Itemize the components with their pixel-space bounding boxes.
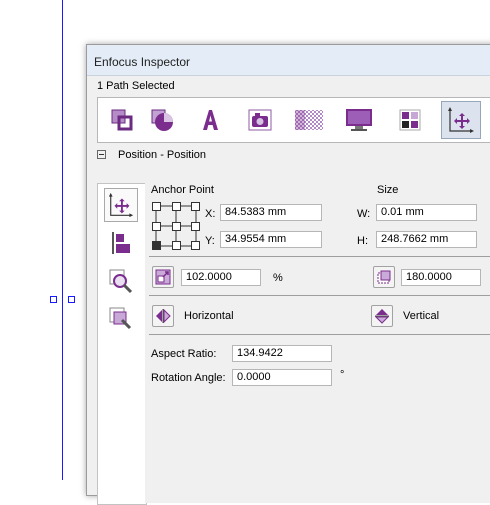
text-icon[interactable] [194, 104, 226, 136]
image-icon[interactable] [244, 104, 276, 136]
move-mode-icon[interactable] [104, 188, 138, 222]
rotation-angle-label: Rotation Angle: [151, 372, 226, 384]
anchor-point-grid[interactable] [152, 202, 200, 250]
position-mode-sidebar [97, 183, 147, 505]
scale-icon[interactable] [152, 266, 174, 288]
position-icon[interactable] [441, 101, 481, 139]
title-bar[interactable]: Enfocus Inspector [87, 45, 490, 76]
collapse-icon[interactable] [97, 150, 106, 159]
inspector-window: Enfocus Inspector 1 Path Selected Positi… [86, 44, 490, 505]
flip-vertical-icon[interactable] [371, 305, 393, 327]
flip-horizontal-icon[interactable] [152, 305, 174, 327]
anchor-point-label: Anchor Point [151, 184, 214, 196]
fill-stroke-icon[interactable] [106, 104, 138, 136]
aspect-ratio-field[interactable]: 134.9422 [232, 345, 332, 362]
monitor-icon[interactable] [343, 104, 375, 136]
colors-icon[interactable] [394, 104, 426, 136]
shape-icon[interactable] [146, 104, 178, 136]
divider [149, 295, 490, 296]
h-label: H: [357, 235, 368, 247]
aspect-ratio-label: Aspect Ratio: [151, 348, 217, 360]
edit-mode-icon[interactable] [104, 302, 138, 336]
size-label: Size [377, 184, 399, 196]
path-handle-right[interactable] [68, 296, 75, 303]
degree-unit: ° [340, 369, 345, 381]
rotate-icon[interactable] [373, 266, 395, 288]
vertical-guide-line [62, 0, 63, 480]
window-title: Enfocus Inspector [94, 55, 191, 69]
y-label: Y: [205, 235, 215, 247]
rotation-angle-field[interactable]: 0.0000 [232, 369, 332, 386]
height-field[interactable]: 248.7662 mm [376, 231, 477, 248]
anchor-y-field[interactable]: 34.9554 mm [220, 231, 322, 248]
align-mode-icon[interactable] [104, 226, 138, 260]
divider [149, 256, 490, 257]
scale-field[interactable]: 102.0000 [181, 269, 261, 286]
width-field[interactable]: 0.01 mm [376, 204, 477, 221]
scale-unit: % [273, 272, 283, 284]
path-handle-left[interactable] [50, 296, 57, 303]
transparency-icon[interactable] [293, 104, 325, 136]
w-label: W: [357, 208, 371, 220]
horizontal-label[interactable]: Horizontal [184, 310, 234, 322]
anchor-x-field[interactable]: 84.5383 mm [220, 204, 322, 221]
x-label: X: [205, 208, 216, 220]
zoom-mode-icon[interactable] [104, 264, 138, 298]
rotate-field[interactable]: 180.0000 [401, 269, 481, 286]
vertical-label[interactable]: Vertical [403, 310, 439, 322]
section-header[interactable]: Position - Position [97, 149, 206, 161]
divider [149, 334, 490, 335]
selection-status: 1 Path Selected [97, 80, 175, 92]
category-toolbar [97, 97, 490, 143]
section-title: Position - Position [118, 149, 207, 161]
position-panel: Anchor Point Size X: 84.5383 mm Y: 34.95… [145, 183, 490, 503]
